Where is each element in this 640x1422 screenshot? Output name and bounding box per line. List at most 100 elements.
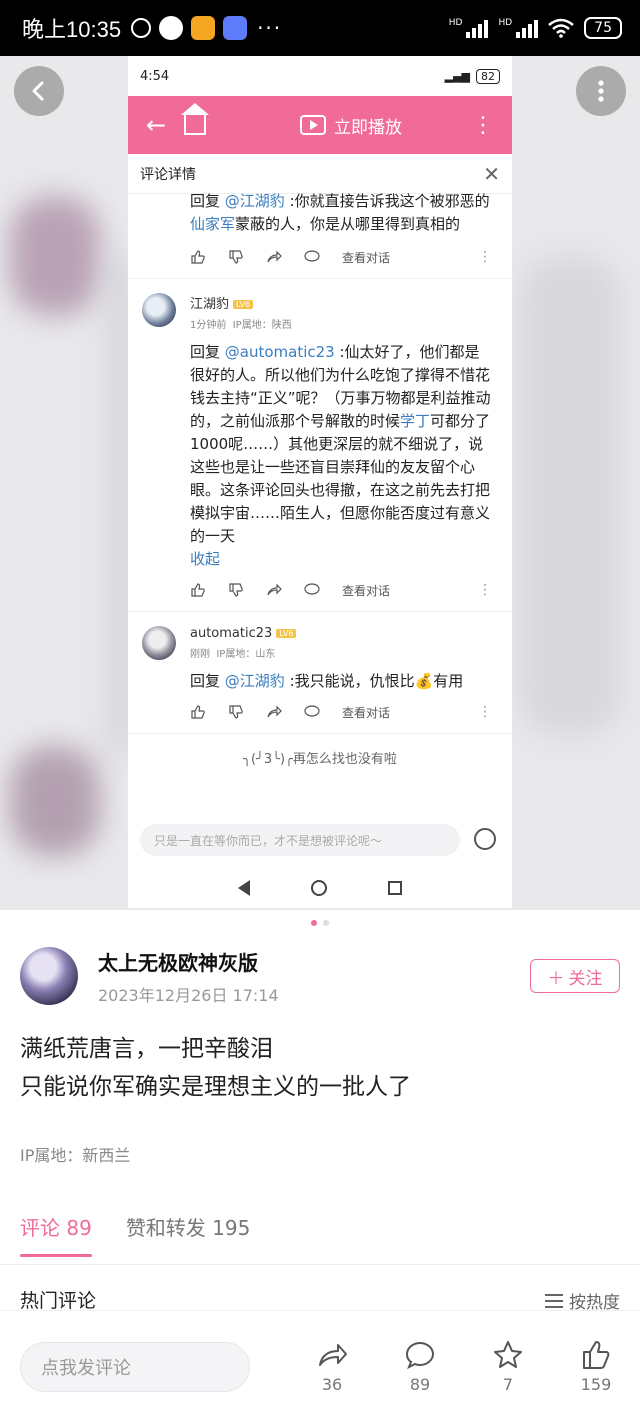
comment-text: 回复 @江湖豹 :我只能说，仇恨比💰有用 <box>190 670 492 693</box>
like-button[interactable]: 159 <box>576 1339 616 1394</box>
inner-play-now: 立即播放 <box>300 96 402 154</box>
avatar <box>142 293 176 327</box>
pager-dot-active <box>311 920 317 926</box>
thumbs-up-icon <box>583 1341 610 1369</box>
hot-comments-title: 热门评论 <box>20 1290 97 1312</box>
share-icon <box>266 582 282 598</box>
inner-status-time: 4:54 <box>140 68 170 84</box>
tabs-divider <box>0 1264 640 1265</box>
reply-prefix: 回复 <box>190 192 225 210</box>
topic-link: 学丁 <box>400 412 431 430</box>
weibo-icon <box>191 16 216 40</box>
reply-prefix: 回复 <box>190 343 225 361</box>
post-tabs: 评论 89 赞和转发 195 <box>20 1212 251 1257</box>
comment-username: automatic23 LV6 <box>190 626 297 641</box>
nav-home-icon <box>310 880 327 896</box>
view-conversation-link: 查看对话 <box>342 583 391 598</box>
comment-detail-title: 评论详情 <box>140 166 196 183</box>
comment-text: 回复 @automatic23 :仙太好了，他们都是很好的人。所以他们为什么吃饱… <box>190 341 492 548</box>
status-time: 晚上10:35 <box>22 17 122 42</box>
comment-reply-1: 回复 @江湖豹 :你就直接告诉我这个被邪恶的仙家军蒙蔽的人，你是从哪里得到真相的… <box>128 190 512 272</box>
author-row: 太上无极欧神灰版 2023年12月26日 17:14 ＋ 关注 <box>20 946 620 1006</box>
comment-user-row: 江湖豹 LV6 1分钟前 IP属地：陕西 <box>128 285 512 331</box>
inner-kebab-icon: ⋮ <box>472 112 494 138</box>
hd-label-2: HD <box>498 18 513 28</box>
comment-input[interactable]: 点我发评论 <box>20 1341 250 1392</box>
post-line-2: 只能说你军确实是理想主义的一批人了 <box>20 1074 411 1100</box>
inner-status-icons: ▂▄▆ 82 <box>444 68 500 84</box>
post-body: 满纸荒唐言，一把辛酸泪 只能说你军确实是理想主义的一批人了 <box>20 1030 620 1106</box>
blurred-content <box>110 256 130 756</box>
nav-recents-icon <box>387 881 402 895</box>
back-button[interactable] <box>14 66 64 116</box>
thumbs-up-icon <box>190 582 206 598</box>
status-notification-icons <box>131 16 248 40</box>
plus-icon: ＋ <box>547 968 565 989</box>
app-notification-icon <box>223 16 248 40</box>
like-count: 159 <box>580 1375 612 1394</box>
comment-count: 89 <box>409 1375 431 1394</box>
reply-prefix: 回复 <box>190 672 225 690</box>
tab-comments[interactable]: 评论 89 <box>20 1212 92 1257</box>
divider <box>128 733 512 734</box>
comment-ip: IP属地：陕西 <box>232 320 292 331</box>
share-button[interactable]: 36 <box>312 1339 352 1394</box>
status-bar: 晚上10:35 ··· HD HD 75 <box>0 0 640 56</box>
mention-link: @江湖豹 <box>224 192 285 210</box>
inner-play-icon <box>300 115 326 135</box>
inner-home-icon <box>181 103 210 135</box>
comment-text-part: 蒙蔽的人，你是从哪里得到真相的 <box>235 215 461 233</box>
bottom-action-bar: 点我发评论 36 89 7 159 <box>0 1310 640 1422</box>
follow-button[interactable]: ＋ 关注 <box>530 959 620 993</box>
comment-button[interactable]: 89 <box>400 1339 440 1394</box>
comment-time: 刚刚 <box>190 649 210 660</box>
follow-label: 关注 <box>568 968 603 989</box>
divider <box>128 278 512 279</box>
inner-signal-icon: ▂▄▆ <box>444 69 470 83</box>
username-text: automatic23 <box>190 626 273 641</box>
hd-label-1: HD <box>448 18 463 28</box>
thumbs-up-icon <box>190 704 206 720</box>
favorite-button[interactable]: 7 <box>488 1339 528 1394</box>
tab-likes-reposts[interactable]: 赞和转发 195 <box>126 1212 251 1251</box>
vertical-dots-icon: ⋮ <box>478 582 492 598</box>
share-icon <box>266 704 282 720</box>
comment-reply-2: 回复 @automatic23 :仙太好了，他们都是很好的人。所以他们为什么吃饱… <box>128 341 512 605</box>
comment-time: 1分钟前 <box>190 320 227 331</box>
share-count: 36 <box>321 1375 343 1394</box>
view-conversation-link: 查看对话 <box>342 250 391 265</box>
comment-user-row: automatic23 LV6 刚刚 IP属地：山东 <box>128 618 512 660</box>
author-name[interactable]: 太上无极欧神灰版 <box>98 947 279 976</box>
comment-actions: 查看对话 ⋮ <box>190 242 492 272</box>
comment-bubble-icon <box>304 249 320 265</box>
inner-status-bar: 4:54 ▂▄▆ 82 <box>128 56 512 96</box>
vertical-dots-icon: ⋮ <box>478 249 492 265</box>
sort-icon <box>545 1293 563 1308</box>
comment-meta: 刚刚 IP属地：山东 <box>190 645 296 660</box>
status-right-icons: HD HD 75 <box>449 17 622 39</box>
post-image-screenshot[interactable]: 4:54 ▂▄▆ 82 ← 立即播放 ⋮ 评论详情 ✕ 回复 @江湖豹 :你就直… <box>128 56 512 908</box>
blurred-content <box>520 256 620 736</box>
thumbs-up-icon <box>190 249 206 265</box>
more-options-button[interactable] <box>576 66 626 116</box>
vertical-dots-icon <box>598 80 604 102</box>
mention-link: @江湖豹 <box>224 672 285 690</box>
author-avatar[interactable] <box>20 947 78 1005</box>
signal-icon-2: HD <box>498 18 539 38</box>
qq-icon <box>159 16 184 40</box>
blurred-content <box>10 746 100 856</box>
bottom-actions: 36 89 7 159 <box>312 1339 616 1394</box>
chevron-left-icon <box>32 81 44 101</box>
author-info: 太上无极欧神灰版 2023年12月26日 17:14 <box>98 947 279 1006</box>
comment-username: 江湖豹 LV6 <box>190 293 292 312</box>
comment-bubble-icon <box>405 1341 435 1370</box>
post-date: 2023年12月26日 17:14 <box>98 985 279 1005</box>
thumbs-down-icon <box>228 582 244 598</box>
inner-comment-input: 只是一直在等你而已，才不是想被评论呢～ <box>140 824 460 856</box>
comment-text: 回复 @江湖豹 :你就直接告诉我这个被邪恶的仙家军蒙蔽的人，你是从哪里得到真相的 <box>190 190 492 236</box>
comment-bubble-icon <box>304 582 320 598</box>
view-conversation-link: 查看对话 <box>342 705 391 720</box>
blurred-content <box>10 196 100 316</box>
thumbs-down-icon <box>228 249 244 265</box>
comment-text-part: 可都分了1000呢……）其他更深层的就不细说了，说这些也是让一些还盲目崇拜仙的友… <box>190 412 491 545</box>
